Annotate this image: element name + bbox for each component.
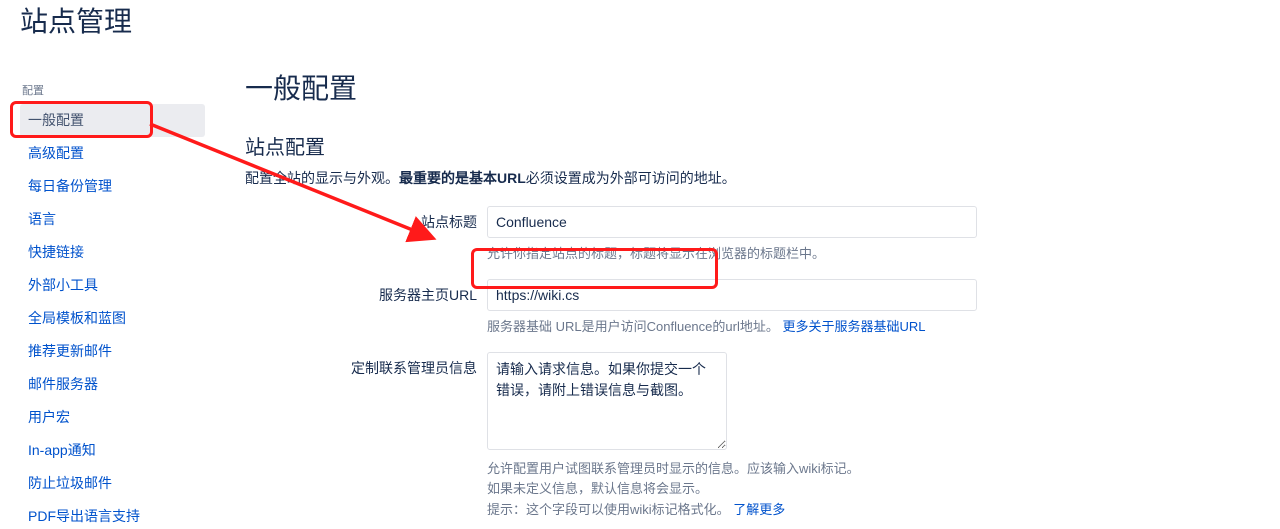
row-site-title: 站点标题 bbox=[245, 206, 1255, 238]
sidebar-item-advanced-config[interactable]: 高级配置 bbox=[20, 137, 205, 170]
section-desc-suffix: 必须设置成为外部可访问的地址。 bbox=[526, 170, 736, 186]
page-title: 站点管理 bbox=[20, 0, 132, 40]
help-contact-admin-l2: 如果未定义信息，默认信息将会显示。 bbox=[487, 481, 708, 496]
sidebar-item-pdf-export-lang[interactable]: PDF导出语言支持 bbox=[20, 500, 205, 529]
help-base-url: 服务器基础 URL是用户访问Confluence的url地址。 更多关于服务器基… bbox=[487, 317, 1255, 338]
help-site-title: 允许你指定站点的标题，标题将显示在浏览器的标题栏中。 bbox=[487, 244, 1255, 265]
help-contact-admin-l1: 允许配置用户试图联系管理员时显示的信息。应该输入wiki标记。 bbox=[487, 461, 860, 476]
label-site-title: 站点标题 bbox=[245, 206, 487, 232]
section-title-site-config: 站点配置 bbox=[245, 131, 1255, 160]
sidebar-item-general-config[interactable]: 一般配置 bbox=[20, 104, 205, 137]
help-contact-admin-l3: 提示：这个字段可以使用wiki标记格式化。 bbox=[487, 502, 730, 517]
sidebar-item-mail-server[interactable]: 邮件服务器 bbox=[20, 368, 205, 401]
sidebar-item-spam-prevention[interactable]: 防止垃圾邮件 bbox=[20, 467, 205, 500]
sidebar-item-external-gadgets[interactable]: 外部小工具 bbox=[20, 269, 205, 302]
link-learn-more[interactable]: 了解更多 bbox=[733, 502, 785, 517]
label-contact-admin: 定制联系管理员信息 bbox=[245, 352, 487, 378]
sidebar-item-user-macros[interactable]: 用户宏 bbox=[20, 401, 205, 434]
row-contact-admin: 定制联系管理员信息 bbox=[245, 352, 1255, 453]
sidebar-item-global-templates[interactable]: 全局模板和蓝图 bbox=[20, 302, 205, 335]
link-base-url-more[interactable]: 更多关于服务器基础URL bbox=[782, 319, 925, 334]
help-base-url-text: 服务器基础 URL是用户访问Confluence的url地址。 bbox=[487, 319, 779, 334]
sidebar-item-inapp-notify[interactable]: In-app通知 bbox=[20, 434, 205, 467]
sidebar-item-recommended-updates[interactable]: 推荐更新邮件 bbox=[20, 335, 205, 368]
sidebar-item-shortcuts[interactable]: 快捷链接 bbox=[20, 236, 205, 269]
sidebar-item-daily-backup[interactable]: 每日备份管理 bbox=[20, 170, 205, 203]
section-desc-prefix: 配置全站的显示与外观。 bbox=[245, 170, 399, 186]
input-base-url[interactable] bbox=[487, 279, 977, 311]
sidebar-heading: 配置 bbox=[20, 82, 205, 98]
main-content: 一般配置 站点配置 配置全站的显示与外观。最重要的是基本URL必须设置成为外部可… bbox=[245, 67, 1255, 529]
sidebar-item-language[interactable]: 语言 bbox=[20, 203, 205, 236]
section-desc: 配置全站的显示与外观。最重要的是基本URL必须设置成为外部可访问的地址。 bbox=[245, 168, 1255, 188]
section-desc-bold: 最重要的是基本URL bbox=[399, 170, 526, 186]
input-site-title[interactable] bbox=[487, 206, 977, 238]
sidebar: 配置 一般配置 高级配置 每日备份管理 语言 快捷链接 外部小工具 全局模板和蓝… bbox=[20, 82, 205, 529]
textarea-contact-admin[interactable] bbox=[487, 352, 727, 450]
main-title: 一般配置 bbox=[245, 67, 1255, 107]
label-base-url: 服务器主页URL bbox=[245, 279, 487, 305]
row-base-url: 服务器主页URL bbox=[245, 279, 1255, 311]
help-contact-admin: 允许配置用户试图联系管理员时显示的信息。应该输入wiki标记。 如果未定义信息，… bbox=[487, 459, 1255, 521]
